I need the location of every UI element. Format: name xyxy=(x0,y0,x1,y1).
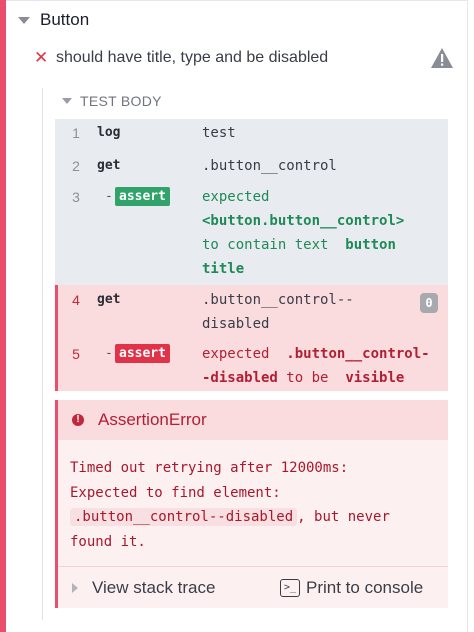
error-icon: ! xyxy=(72,414,84,426)
command-message: test xyxy=(202,125,236,141)
collapse-caret-icon[interactable] xyxy=(18,16,30,24)
command-row[interactable]: 2 get .button__control xyxy=(55,154,448,178)
assert-badge: assert xyxy=(115,187,170,206)
error-message: Timed out retrying after 12000ms: Expect… xyxy=(70,460,390,550)
error-code-chip: .button__control--disabled xyxy=(70,508,298,526)
view-stack-trace-label: View stack trace xyxy=(92,578,216,597)
command-name: log xyxy=(97,125,121,140)
print-to-console-label: Print to console xyxy=(306,578,424,597)
test-row[interactable]: ✕ should have title, type and be disable… xyxy=(34,44,454,72)
warning-icon[interactable] xyxy=(430,47,454,69)
test-title: should have title, type and be disabled xyxy=(56,49,329,66)
command-list-failed: 4 get .button__control-- disabled 0 5 - a… xyxy=(55,285,448,391)
print-to-console-button[interactable]: >_ Print to console xyxy=(280,576,423,600)
command-number: 4 xyxy=(72,292,80,308)
indent-guide xyxy=(42,88,43,620)
expand-caret-icon xyxy=(72,583,78,593)
command-name: get xyxy=(97,292,121,307)
test-body-title: TEST BODY xyxy=(80,93,162,109)
command-number: 5 xyxy=(72,346,80,362)
command-number: 3 xyxy=(72,189,80,205)
command-name: get xyxy=(97,158,121,173)
command-message: .button__control xyxy=(202,158,337,174)
terminal-icon: >_ xyxy=(280,579,300,597)
command-row[interactable]: 4 get .button__control-- disabled 0 xyxy=(55,288,448,336)
command-message: expected .button__control- -disabled to b… xyxy=(202,346,430,386)
command-message: expected <button.button__control> to conta… xyxy=(202,189,405,277)
suite-header[interactable]: Button xyxy=(18,6,89,34)
test-body-header[interactable]: TEST BODY xyxy=(62,90,162,112)
command-row[interactable]: 1 log test xyxy=(55,121,448,145)
collapse-caret-icon[interactable] xyxy=(62,98,72,104)
error-panel: ! AssertionError Timed out retrying afte… xyxy=(55,400,448,608)
fail-x-icon: ✕ xyxy=(34,48,49,67)
command-message: .button__control-- disabled xyxy=(202,292,354,332)
right-divider xyxy=(467,0,468,632)
command-row[interactable]: 5 - assert expected .button__control- -di… xyxy=(55,342,448,390)
command-number: 2 xyxy=(72,158,80,174)
command-list-passed: 1 log test 2 get .button__control 3 - as… xyxy=(55,119,448,285)
failed-suite-indicator xyxy=(0,0,6,632)
assert-badge: assert xyxy=(115,344,170,363)
error-header: ! AssertionError xyxy=(58,400,448,440)
nested-dash: - xyxy=(105,346,113,361)
nested-dash: - xyxy=(105,189,113,204)
view-stack-trace-button[interactable]: View stack trace xyxy=(72,576,215,600)
suite-title: Button xyxy=(40,10,90,29)
error-divider xyxy=(58,566,448,567)
top-divider xyxy=(6,0,468,1)
command-number: 1 xyxy=(72,125,80,141)
element-count-badge: 0 xyxy=(420,293,438,313)
error-title: AssertionError xyxy=(98,410,207,429)
command-row[interactable]: 3 - assert expected <button.button__contr… xyxy=(55,185,448,281)
